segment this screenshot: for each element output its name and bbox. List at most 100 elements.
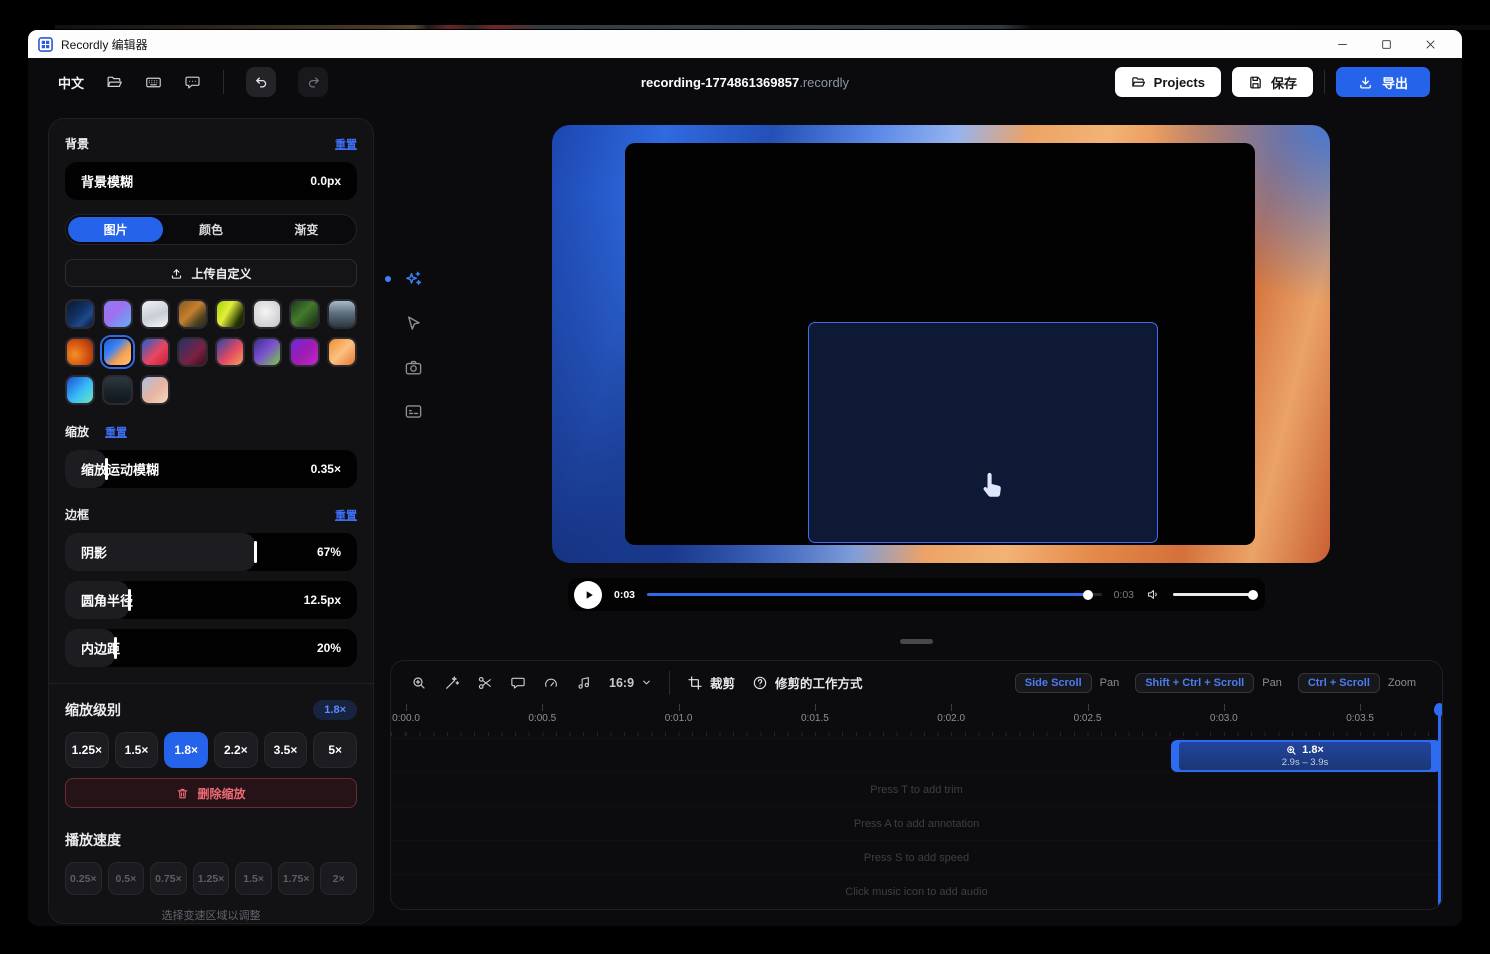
minimize-button[interactable] — [1320, 31, 1364, 57]
speed-option[interactable]: 0.75× — [150, 862, 187, 895]
annotation-icon[interactable] — [510, 675, 526, 691]
timeline-track[interactable]: Press A to add annotation — [391, 806, 1442, 840]
background-thumbnail-pastel-clouds[interactable] — [140, 375, 170, 405]
redo-button[interactable] — [298, 67, 328, 97]
aspect-ratio-dropdown[interactable]: 16:9 — [609, 676, 652, 690]
background-thumbnail-mountain-lake[interactable] — [327, 299, 357, 329]
delete-zoom-button[interactable]: 删除缩放 — [65, 778, 357, 808]
slider-label: 圆角半径 — [81, 591, 133, 610]
seek-handle[interactable] — [1083, 590, 1093, 600]
feedback-icon[interactable] — [184, 74, 201, 91]
zoom-level-title: 缩放级别 — [65, 700, 121, 720]
undo-button[interactable] — [246, 67, 276, 97]
background-thumbnail-bigsur-red-blue[interactable] — [140, 337, 170, 367]
shadow-slider[interactable]: 阴影67% — [65, 533, 357, 571]
background-type-tabs: 图片颜色渐变 — [65, 214, 357, 245]
close-button[interactable] — [1408, 31, 1452, 57]
background-thumbnail-sunset-blend[interactable] — [215, 337, 245, 367]
background-thumbnail-purple-magenta[interactable] — [289, 337, 319, 367]
video-frame[interactable] — [625, 143, 1255, 545]
background-thumbnail-blue-teal-rays[interactable] — [65, 375, 95, 405]
border-reset-button[interactable]: 重置 — [335, 507, 357, 523]
cut-icon[interactable] — [477, 675, 493, 691]
speed-option[interactable]: 1.25× — [193, 862, 230, 895]
shortcut-action: Pan — [1100, 677, 1120, 689]
export-button[interactable]: 导出 — [1336, 67, 1430, 97]
window-title: Recordly 编辑器 — [61, 36, 148, 53]
background-tab[interactable]: 图片 — [68, 217, 163, 242]
background-thumbnail-orange-rays[interactable] — [327, 337, 357, 367]
shortcut-keys: Shift + Ctrl + Scroll — [1135, 673, 1254, 693]
background-thumbnail-purple-blue-flow[interactable] — [102, 299, 132, 329]
slider-handle[interactable] — [254, 541, 257, 563]
background-thumbnail-night-mountain[interactable] — [102, 375, 132, 405]
background-thumbnail-autumn-valley[interactable] — [177, 299, 207, 329]
open-file-icon[interactable] — [106, 74, 123, 91]
timeline-zoom-icon[interactable] — [411, 675, 427, 691]
background-thumbnail-blue-orange-rays[interactable] — [102, 337, 132, 367]
music-icon[interactable] — [576, 675, 592, 691]
volume-icon[interactable] — [1146, 587, 1161, 602]
zoom-level-option[interactable]: 2.2× — [214, 732, 258, 768]
shortcuts-icon[interactable] — [145, 74, 162, 91]
crop-button[interactable]: 裁剪 — [687, 673, 735, 692]
zoom-track[interactable]: 1.8× 2.9s – 3.9s — [391, 738, 1442, 772]
background-thumbnail-dark-blue-abstract[interactable] — [65, 299, 95, 329]
zoom-level-option[interactable]: 1.25× — [65, 732, 109, 768]
trim-help-button[interactable]: 修剪的工作方式 — [752, 673, 863, 692]
zoom-motion-blur-slider[interactable]: 缩放运动模糊0.35× — [65, 450, 357, 488]
speed-option[interactable]: 0.25× — [65, 862, 102, 895]
timeline-tracks[interactable]: 1.8× 2.9s – 3.9s Press T to add trim Pres… — [391, 738, 1442, 909]
preview-canvas[interactable] — [552, 125, 1330, 563]
zoom-level-option[interactable]: 5× — [313, 732, 357, 768]
speed-option[interactable]: 0.5× — [108, 862, 145, 895]
background-thumbnail-green-purple-aurora[interactable] — [252, 337, 282, 367]
zoom-reset-button[interactable]: 重置 — [105, 424, 127, 440]
speed-icon[interactable] — [543, 675, 559, 691]
panel-resize-handle[interactable] — [900, 639, 933, 644]
subtitle-card-icon[interactable] — [399, 397, 427, 425]
timeline-track[interactable]: Press S to add speed — [391, 840, 1442, 874]
timeline-track[interactable]: Click music icon to add audio — [391, 874, 1442, 908]
background-thumbnail-green-yellow-waves[interactable] — [215, 299, 245, 329]
speed-option[interactable]: 1.75× — [278, 862, 315, 895]
zoom-level-option[interactable]: 1.8× — [164, 732, 208, 768]
upload-custom-button[interactable]: 上传自定义 — [65, 259, 357, 287]
padding-slider[interactable]: 内边距20% — [65, 629, 357, 667]
save-button[interactable]: 保存 — [1232, 67, 1313, 97]
timeline-ruler[interactable]: 0:00.00:00.50:01.00:01.50:02.00:02.50:03… — [391, 704, 1442, 738]
wand-icon[interactable] — [444, 675, 460, 691]
timeline-track[interactable]: Press T to add trim — [391, 772, 1442, 806]
playhead[interactable] — [1438, 704, 1441, 908]
language-button[interactable]: 中文 — [58, 73, 84, 92]
zoom-segment[interactable]: 1.8× 2.9s – 3.9s — [1171, 740, 1441, 772]
background-thumbnail-white-ripple[interactable] — [252, 299, 282, 329]
background-blur-slider[interactable]: 背景模糊0.0px — [65, 162, 357, 200]
background-thumbnail-orange-petals[interactable] — [65, 337, 95, 367]
zoom-level-option[interactable]: 1.5× — [115, 732, 159, 768]
background-tab[interactable]: 渐变 — [259, 217, 354, 242]
ruler-major-tick — [815, 704, 816, 711]
background-thumbnail-snowy-landscape[interactable] — [140, 299, 170, 329]
ai-effects-icon[interactable] — [399, 265, 427, 293]
ruler-label: 0:00.5 — [528, 713, 556, 724]
track-hint-text: Press T to add trim — [870, 784, 963, 796]
background-thumbnail-green-foliage[interactable] — [289, 299, 319, 329]
speed-option[interactable]: 2× — [320, 862, 357, 895]
zoom-level-option[interactable]: 3.5× — [264, 732, 308, 768]
maximize-button[interactable] — [1364, 31, 1408, 57]
camera-icon[interactable] — [399, 353, 427, 381]
projects-button[interactable]: Projects — [1115, 67, 1221, 97]
hand-cursor — [976, 471, 1006, 503]
play-button[interactable] — [574, 581, 602, 609]
background-tab[interactable]: 颜色 — [163, 217, 258, 242]
background-reset-button[interactable]: 重置 — [335, 136, 357, 152]
corner-radius-slider[interactable]: 圆角半径12.5px — [65, 581, 357, 619]
background-thumbnail-dark-red-blue[interactable] — [177, 337, 207, 367]
seek-bar[interactable] — [647, 593, 1102, 596]
zoom-selection-region[interactable] — [808, 322, 1158, 543]
volume-handle[interactable] — [1248, 590, 1258, 600]
cursor-tool-icon[interactable] — [399, 309, 427, 337]
volume-slider[interactable] — [1173, 593, 1253, 596]
speed-option[interactable]: 1.5× — [235, 862, 272, 895]
